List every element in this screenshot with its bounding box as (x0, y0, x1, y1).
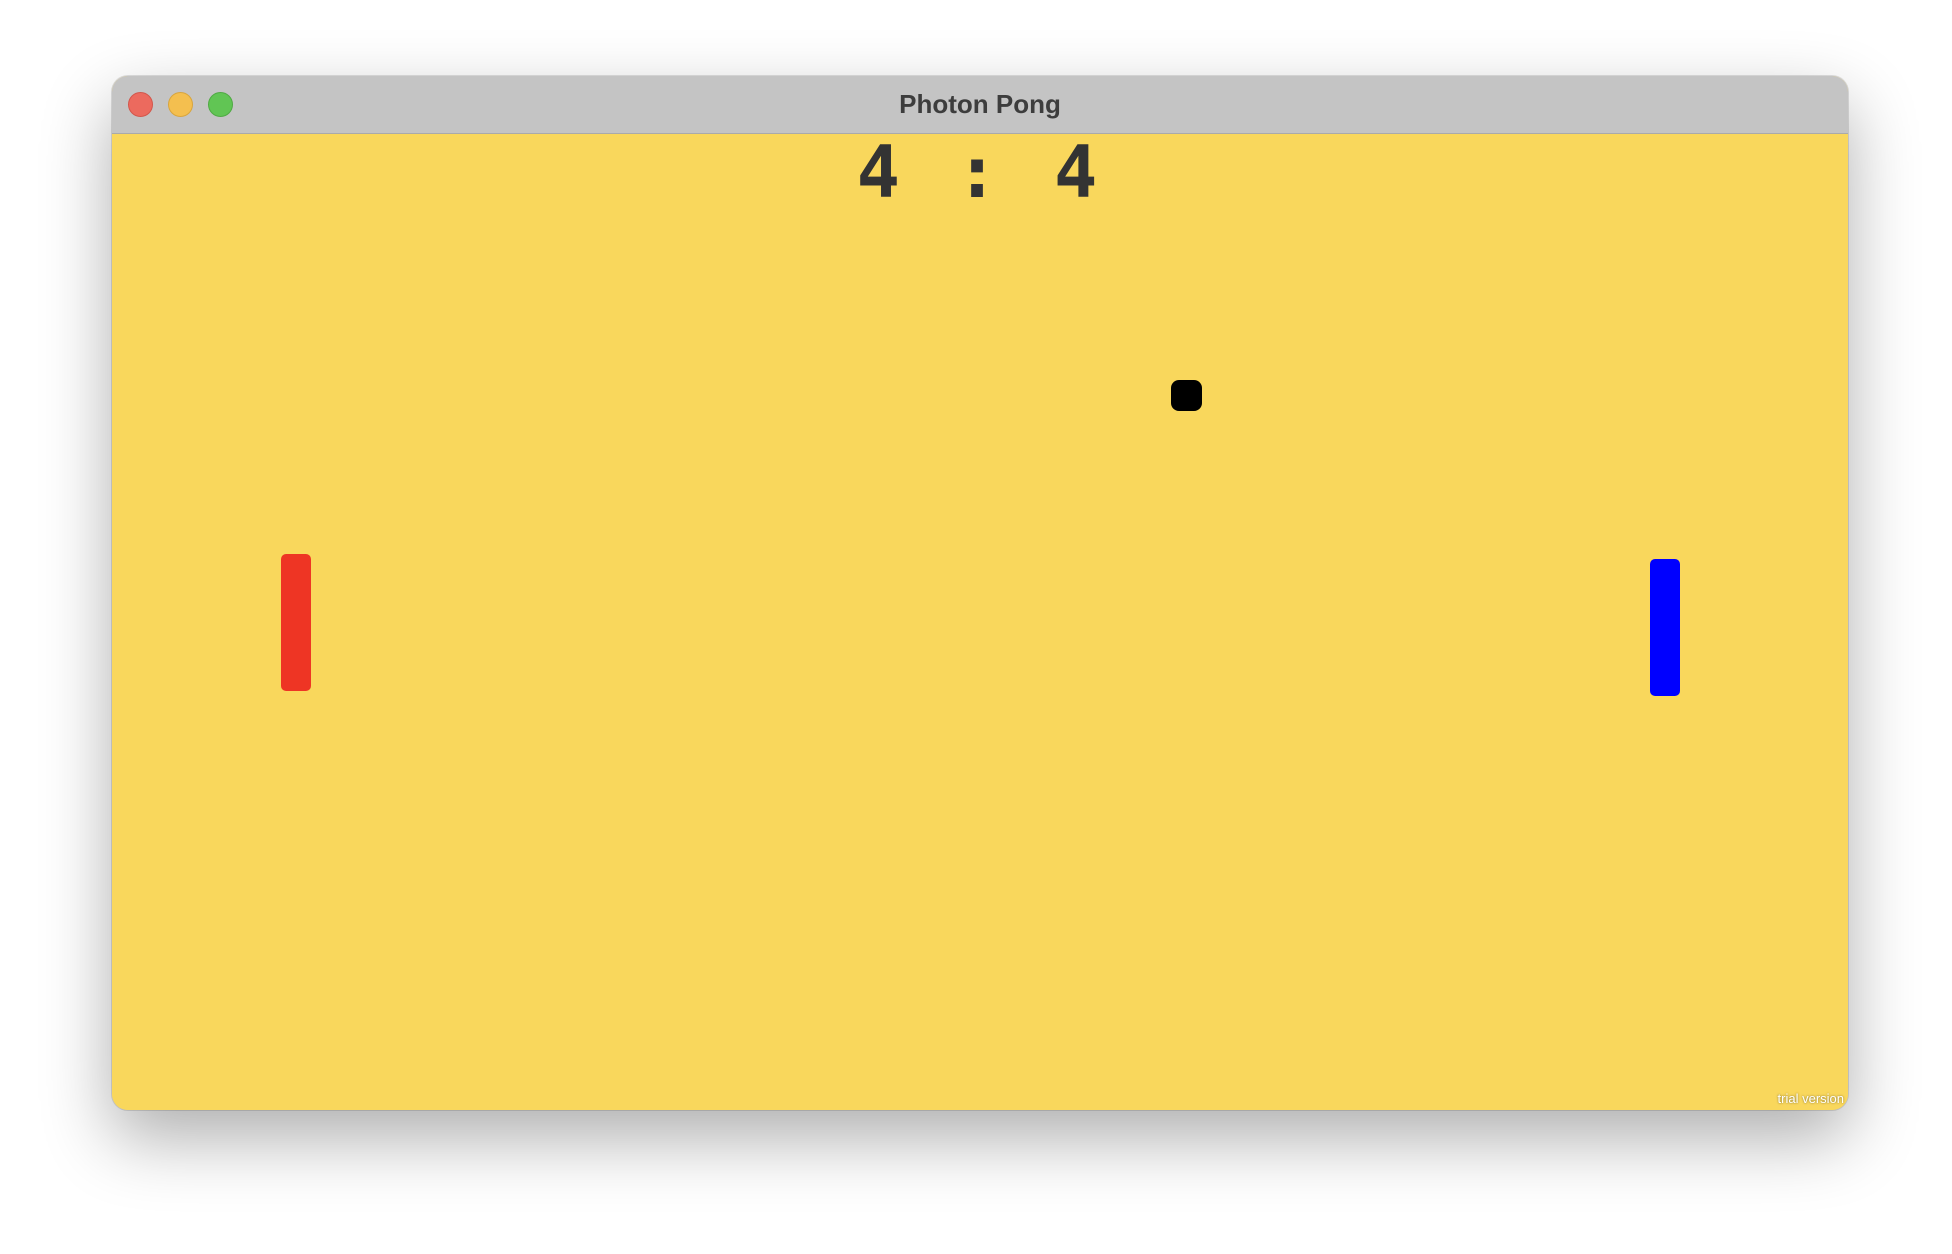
game-court[interactable]: 4 : 4 trial version (112, 130, 1848, 1110)
left-paddle (281, 554, 311, 691)
score-separator: : (955, 130, 1005, 214)
scoreboard: 4 : 4 (112, 130, 1848, 214)
app-window: Photon Pong 4 : 4 trial version (112, 76, 1848, 1110)
ball (1171, 380, 1202, 411)
trial-watermark: trial version (1777, 1091, 1844, 1106)
window-title: Photon Pong (899, 89, 1061, 119)
title-bar[interactable]: Photon Pong (112, 76, 1848, 134)
left-score: 4 (856, 130, 906, 214)
right-score: 4 (1054, 130, 1104, 214)
right-paddle (1650, 559, 1680, 696)
